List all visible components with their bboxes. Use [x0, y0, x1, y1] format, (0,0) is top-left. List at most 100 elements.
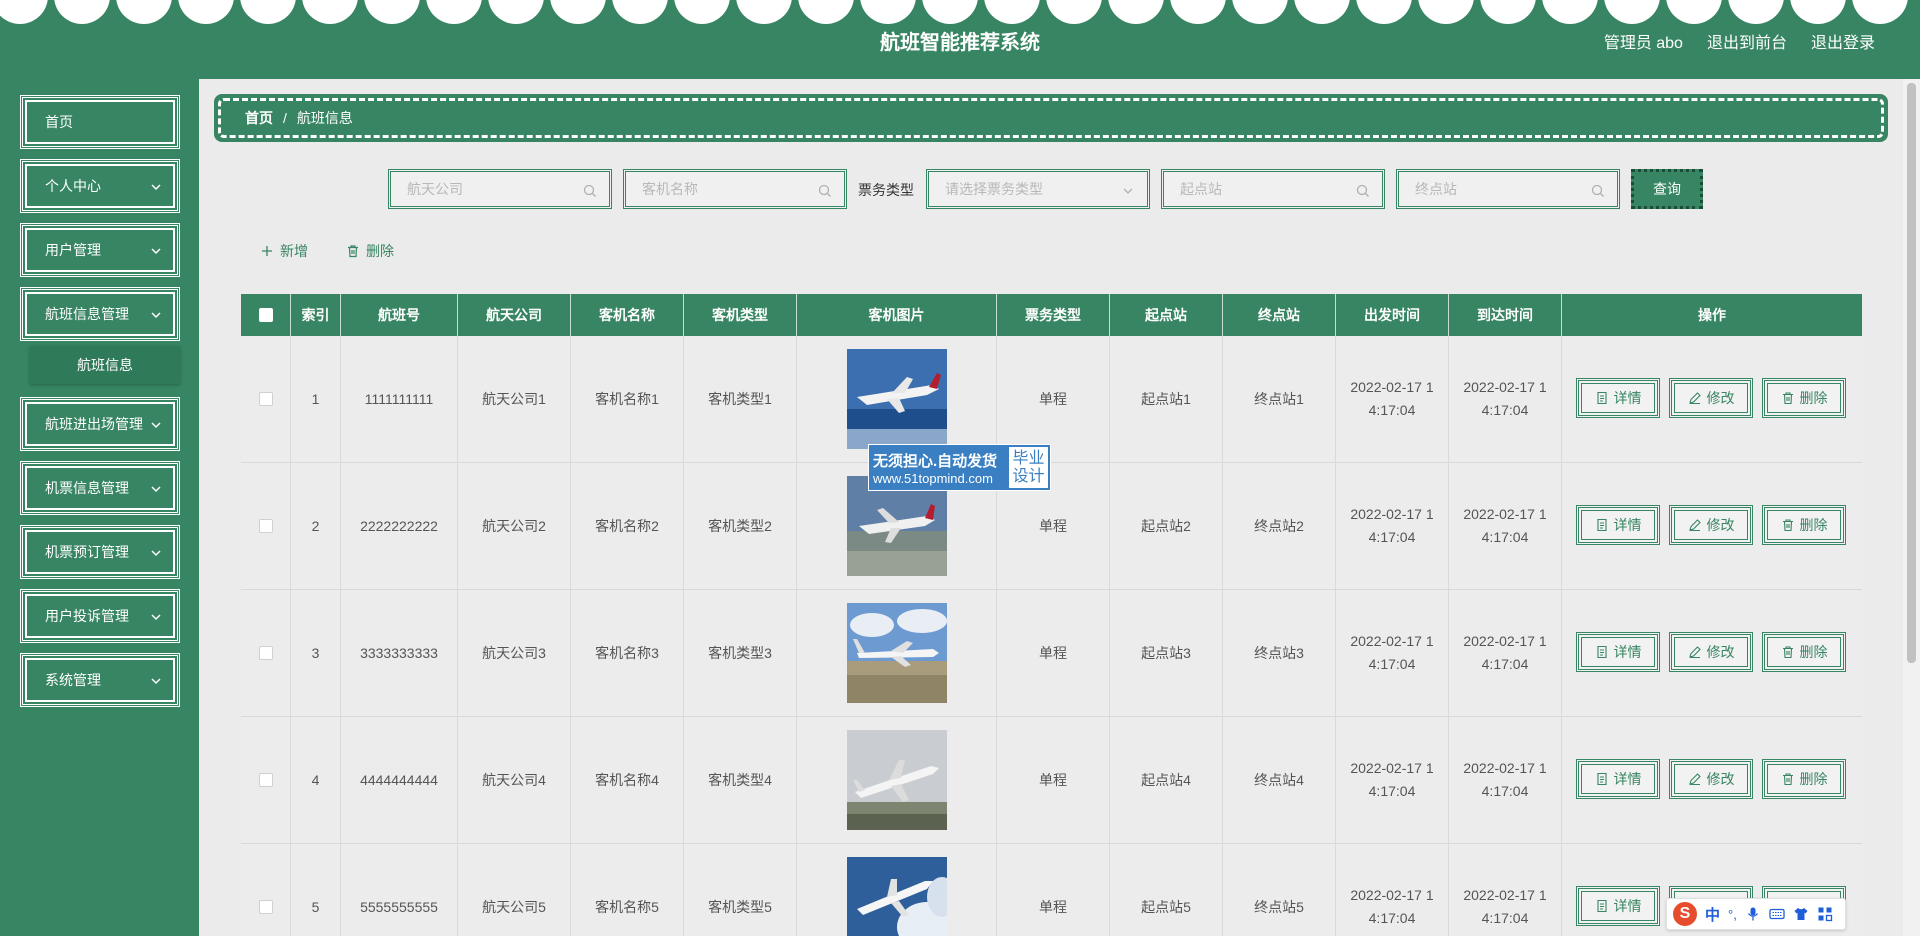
plus-icon [262, 246, 272, 256]
ticket-type-select[interactable] [926, 169, 1150, 209]
cell-destination: 终点站4 [1223, 717, 1336, 843]
col-flight-no: 航班号 [341, 294, 458, 336]
cell-destination: 终点站3 [1223, 590, 1336, 716]
apps-grid-icon[interactable] [1817, 906, 1833, 922]
sidebar-item-user-management[interactable]: 用户管理 [20, 223, 180, 277]
cell-aircraft-name: 客机名称1 [571, 336, 684, 462]
ime-punct-toggle[interactable]: °, [1728, 907, 1737, 922]
select-all-checkbox[interactable] [258, 308, 273, 322]
chevron-down-icon [151, 486, 161, 493]
microphone-icon[interactable] [1745, 906, 1761, 922]
ime-mode-toggle[interactable]: 中 [1705, 904, 1720, 925]
detail-label: 详情 [1613, 389, 1642, 406]
delete-label: 删除 [1799, 389, 1828, 406]
keyboard-icon[interactable] [1769, 906, 1785, 922]
cell-aircraft-name: 客机名称4 [571, 717, 684, 843]
table-row: 2 2222222222 航天公司2 客机名称2 客机类型2 单程 起点站2 终… [241, 463, 1862, 590]
cell-actions: 详情 修改 删除 [1562, 717, 1862, 843]
sidebar-item-flight-info-management[interactable]: 航班信息管理 [20, 287, 180, 341]
depart-time-line1: 2022-02-17 1 [1350, 633, 1434, 649]
sidebar-item-label: 用户管理 [45, 242, 101, 258]
edit-button[interactable]: 修改 [1669, 632, 1753, 672]
detail-label: 详情 [1613, 516, 1642, 533]
aircraft-image[interactable] [846, 476, 947, 576]
chevron-down-icon [151, 678, 161, 685]
cell-origin: 起点站1 [1110, 336, 1223, 462]
cell-depart-time: 2022-02-17 1 4:17:04 [1336, 844, 1449, 936]
logout-link[interactable]: 退出登录 [1811, 29, 1875, 53]
cell-index: 5 [291, 844, 341, 936]
aircraft-name-search-input[interactable] [623, 169, 847, 209]
flight-table: 索引 航班号 航天公司 客机名称 客机类型 客机图片 票务类型 起点站 终点站 … [241, 294, 1862, 936]
sidebar-subitem-flight-info[interactable]: 航班信息 [30, 346, 180, 384]
row-checkbox[interactable] [258, 519, 273, 533]
col-index: 索引 [291, 294, 341, 336]
detail-button[interactable]: 详情 [1576, 886, 1660, 926]
edit-button[interactable]: 修改 [1669, 505, 1753, 545]
sidebar-item-ticket-booking-management[interactable]: 机票预订管理 [20, 525, 180, 579]
search-icon [1591, 184, 1604, 197]
row-checkbox[interactable] [258, 646, 273, 660]
delete-button[interactable]: 删除 [1762, 378, 1846, 418]
trash-icon [1782, 392, 1793, 405]
cell-actions: 详情 修改 删除 [1562, 336, 1862, 462]
col-aircraft-image: 客机图片 [797, 294, 997, 336]
admin-user-label[interactable]: 管理员 abo [1604, 29, 1683, 53]
sidebar-item-system-management[interactable]: 系统管理 [20, 653, 180, 707]
delete-label: 删除 [1799, 643, 1828, 660]
cell-origin: 起点站2 [1110, 463, 1223, 589]
sidebar-item-ticket-info-management[interactable]: 机票信息管理 [20, 461, 180, 515]
page-scrollbar[interactable] [1903, 79, 1920, 936]
detail-button[interactable]: 详情 [1576, 759, 1660, 799]
depart-time-line1: 2022-02-17 1 [1350, 506, 1434, 522]
airline-search-input[interactable] [388, 169, 612, 209]
sidebar-item-home[interactable]: 首页 [20, 95, 180, 149]
arrive-time-line2: 4:17:04 [1481, 910, 1529, 926]
table-row: 4 4444444444 航天公司4 客机名称4 客机类型4 单程 起点站4 终… [241, 717, 1862, 844]
aircraft-image[interactable] [846, 349, 947, 449]
bulk-delete-button[interactable]: 删除 [346, 241, 394, 261]
aircraft-name-search-field[interactable] [642, 181, 822, 197]
delete-button[interactable]: 删除 [1762, 505, 1846, 545]
aircraft-image[interactable] [846, 603, 947, 703]
sidebar-item-complaint-management[interactable]: 用户投诉管理 [20, 589, 180, 643]
add-button[interactable]: 新增 [260, 241, 308, 261]
row-checkbox[interactable] [258, 392, 273, 406]
delete-button-label: 删除 [366, 243, 394, 259]
exit-to-front-link[interactable]: 退出到前台 [1707, 29, 1787, 53]
delete-button[interactable]: 删除 [1762, 759, 1846, 799]
scrollbar-thumb[interactable] [1907, 83, 1916, 663]
breadcrumb-home[interactable]: 首页 [245, 108, 273, 128]
airline-search-field[interactable] [407, 181, 587, 197]
detail-button[interactable]: 详情 [1576, 632, 1660, 672]
origin-search-input[interactable] [1161, 169, 1385, 209]
edit-icon [1688, 773, 1701, 786]
row-checkbox[interactable] [258, 773, 273, 787]
sogou-logo-icon[interactable]: S [1673, 902, 1697, 926]
detail-button[interactable]: 详情 [1576, 378, 1660, 418]
arrive-time-line1: 2022-02-17 1 [1463, 506, 1547, 522]
cell-actions: 详情 修改 删除 [1562, 590, 1862, 716]
skin-shirt-icon[interactable] [1793, 906, 1809, 922]
sidebar-item-flight-in-out-management[interactable]: 航班进出场管理 [20, 397, 180, 451]
sidebar-item-label: 航班信息管理 [45, 306, 129, 322]
delete-button[interactable]: 删除 [1762, 632, 1846, 672]
cell-origin: 起点站5 [1110, 844, 1223, 936]
sidebar-item-personal-center[interactable]: 个人中心 [20, 159, 180, 213]
edit-button[interactable]: 修改 [1669, 378, 1753, 418]
row-checkbox[interactable] [258, 900, 273, 914]
aircraft-image[interactable] [846, 857, 947, 936]
sidebar-item-label: 系统管理 [45, 672, 101, 688]
destination-search-field[interactable] [1415, 181, 1595, 197]
ticket-type-select-field[interactable] [945, 181, 1125, 197]
cell-airline: 航天公司4 [458, 717, 571, 843]
aircraft-image[interactable] [846, 730, 947, 830]
cell-arrive-time: 2022-02-17 1 4:17:04 [1449, 590, 1562, 716]
origin-search-field[interactable] [1180, 181, 1360, 197]
detail-button[interactable]: 详情 [1576, 505, 1660, 545]
watermark-badge-line2: 设计 [1012, 467, 1045, 485]
arrive-time-line2: 4:17:04 [1481, 783, 1529, 799]
query-button[interactable]: 查询 [1631, 169, 1703, 209]
destination-search-input[interactable] [1396, 169, 1620, 209]
edit-button[interactable]: 修改 [1669, 759, 1753, 799]
